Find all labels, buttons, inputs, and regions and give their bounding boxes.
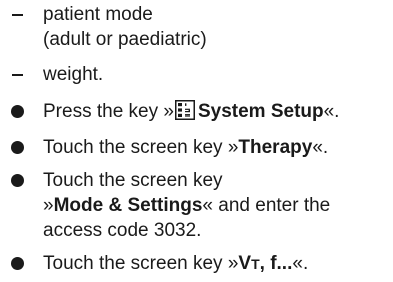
list-item-press-system-setup: Press the key » System Setup«. [0, 99, 393, 127]
vt-label-v: V [238, 253, 252, 274]
list-item-weight: weight. [0, 62, 393, 87]
list-item-touch-therapy: Touch the screen key »Therapy«. [0, 135, 393, 160]
list-item-patient-mode: patient mode (adult or paediatric) [0, 2, 393, 52]
press-key-text: Press the key » [43, 101, 174, 122]
bullet-marker [11, 257, 24, 270]
bullet-marker [11, 141, 24, 154]
access-code-text: access code 3032. [43, 220, 202, 241]
vt-label-t: T [251, 256, 260, 272]
system-setup-label: System Setup [197, 101, 324, 122]
bullet-marker [11, 174, 24, 187]
list-item-touch-vt-f: Touch the screen key »VT, f...«. [0, 251, 393, 277]
closing-quote: «. [312, 137, 329, 158]
list-item-mode-settings: Touch the screen key »Mode & Settings« a… [0, 168, 393, 243]
patient-mode-detail: (adult or paediatric) [43, 29, 207, 50]
touch-key-text: Touch the screen key » [43, 253, 239, 274]
mode-settings-line: »Mode & Settings« and enter the [43, 193, 393, 218]
dash-marker [12, 74, 23, 76]
system-setup-key-icon [174, 100, 195, 127]
mode-settings-label: Mode & Settings [53, 195, 203, 216]
touch-key-text: Touch the screen key [43, 170, 223, 191]
weight-text: weight. [43, 64, 104, 85]
closing-quote: «. [323, 101, 340, 122]
instruction-list: patient mode (adult or paediatric) weigh… [0, 2, 393, 277]
enter-the-text: « and enter the [202, 195, 331, 216]
touch-key-text: Touch the screen key » [43, 137, 239, 158]
vt-label-f: , f... [259, 253, 293, 274]
therapy-label: Therapy [238, 137, 313, 158]
closing-quote: «. [292, 253, 309, 274]
dash-marker [12, 14, 23, 16]
bullet-marker [11, 105, 24, 118]
opening-quote: » [43, 195, 54, 216]
patient-mode-text: patient mode [43, 4, 153, 25]
